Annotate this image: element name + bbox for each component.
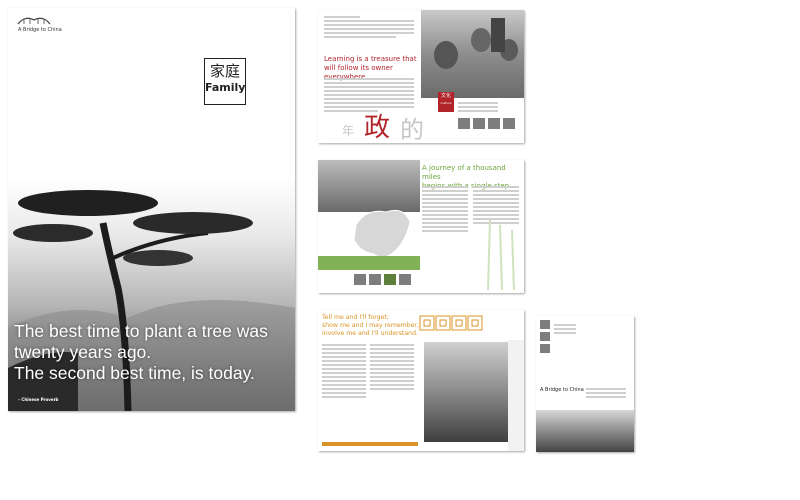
big-glyph-1: 年 xyxy=(342,124,355,138)
big-glyph-3: 的 xyxy=(400,116,424,143)
bamboo-icon xyxy=(487,220,515,290)
quote-line-2: twenty years ago. xyxy=(14,342,152,362)
proverb-heading-line-1: Tell me and I'll forget; xyxy=(322,314,389,321)
proverb-heading: Tell me and I'll forget; show me and I m… xyxy=(322,314,419,338)
quote-line-1: The best time to plant a tree was xyxy=(14,321,268,341)
quote-line-3: The second best time, is today. xyxy=(14,363,255,383)
culture-tag-english: Culture xyxy=(440,101,452,105)
big-glyph-2: 政 xyxy=(364,113,391,143)
brochure-cover: A Bridge to China 家庭 Family The best tim… xyxy=(8,8,295,411)
bridge-logo-icon xyxy=(17,17,51,25)
logo-text: A Bridge to China xyxy=(18,27,62,33)
postcard-photo xyxy=(536,410,634,452)
lantern-icon xyxy=(434,18,518,69)
quote-attribution: – Chinese Proverb xyxy=(18,397,59,402)
lattice-pattern-icon xyxy=(419,315,483,331)
spread-proverb: Tell me and I'll forget; show me and I m… xyxy=(318,310,524,451)
spread-journey: A journey of a thousand miles begins wit… xyxy=(318,160,524,293)
postcard-title: A Bridge to China xyxy=(540,387,584,393)
family-badge: 家庭 Family xyxy=(204,58,246,105)
badge-english: Family xyxy=(205,81,246,94)
lanterns-photo xyxy=(421,10,524,98)
cover-quote: The best time to plant a tree was twenty… xyxy=(14,321,268,384)
postcard: A Bridge to China xyxy=(536,316,634,452)
proverb-heading-line-3: involve me and I'll understand. xyxy=(322,330,418,337)
journey-heading-line-1: A journey of a thousand miles xyxy=(422,164,506,181)
proverb-heading-line-2: show me and I may remember; xyxy=(322,322,420,329)
spread-culture: Learning is a treasure that will follow … xyxy=(318,10,524,143)
classroom-photo xyxy=(424,342,508,442)
culture-tag-chinese: 文化 xyxy=(440,93,451,99)
badge-chinese: 家庭 xyxy=(209,62,240,80)
culture-tag: 文化 Culture xyxy=(438,92,454,112)
